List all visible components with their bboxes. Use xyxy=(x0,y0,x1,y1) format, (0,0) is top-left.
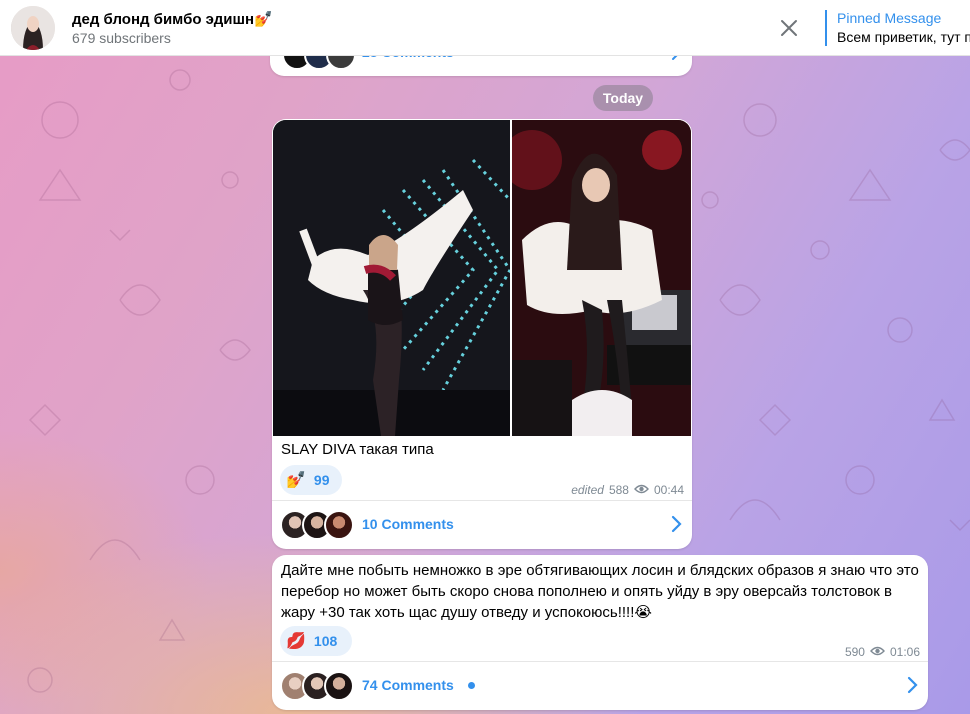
comments-row[interactable]: 74 Comments xyxy=(272,662,928,710)
chevron-right-icon[interactable] xyxy=(906,676,918,699)
kiss-lips-icon: 💋 xyxy=(286,633,306,650)
eye-icon xyxy=(634,483,649,497)
commenter-avatar xyxy=(324,510,354,540)
subscriber-count: 679 subscribers xyxy=(72,30,171,46)
post-bubble: SLAY DIVA такая типа 💅 99 edited 588 00:… xyxy=(272,119,692,549)
view-count: 588 xyxy=(608,483,629,497)
post-text: Дайте мне побыть немножко в эре обтягива… xyxy=(281,562,919,621)
post-meta: 590 01:06 xyxy=(845,645,920,659)
unread-dot xyxy=(468,682,475,689)
reaction-count: 99 xyxy=(313,472,330,488)
post-meta: edited 588 00:44 xyxy=(571,483,684,497)
date-badge: Today xyxy=(593,85,653,111)
close-icon[interactable] xyxy=(775,14,803,42)
post-bubble: Дайте мне побыть немножко в эре обтягива… xyxy=(272,555,928,710)
post-time: 01:06 xyxy=(889,645,920,659)
pinned-message-text: Всем приветик, тут п xyxy=(837,29,970,45)
post-photo[interactable] xyxy=(273,120,510,436)
eye-icon xyxy=(870,645,885,659)
view-count: 590 xyxy=(844,645,865,659)
comments-link[interactable]: 74 Comments xyxy=(362,677,454,693)
reaction-count: 108 xyxy=(313,633,338,649)
channel-header: дед блонд бимбо эдишн💅 679 subscribers P… xyxy=(0,0,970,56)
pinned-message[interactable]: Pinned Message Всем приветик, тут п xyxy=(825,10,970,46)
commenter-avatar xyxy=(324,671,354,701)
post-photo[interactable] xyxy=(512,120,691,436)
post-caption: SLAY DIVA такая типа xyxy=(281,441,434,458)
comment-avatars xyxy=(280,671,354,701)
edited-label: edited xyxy=(571,483,604,497)
channel-title[interactable]: дед блонд бимбо эдишн💅 xyxy=(72,10,273,28)
nail-polish-icon: 💅 xyxy=(286,472,306,489)
reaction-button[interactable]: 💋 108 xyxy=(280,626,352,656)
comments-link[interactable]: 10 Comments xyxy=(362,516,454,532)
comments-row[interactable]: 10 Comments xyxy=(272,501,692,549)
channel-avatar[interactable] xyxy=(11,6,55,50)
reaction-button[interactable]: 💅 99 xyxy=(280,465,342,495)
comment-avatars xyxy=(280,510,354,540)
pinned-message-label: Pinned Message xyxy=(837,10,942,26)
post-time: 00:44 xyxy=(653,483,684,497)
chevron-right-icon[interactable] xyxy=(670,515,682,538)
